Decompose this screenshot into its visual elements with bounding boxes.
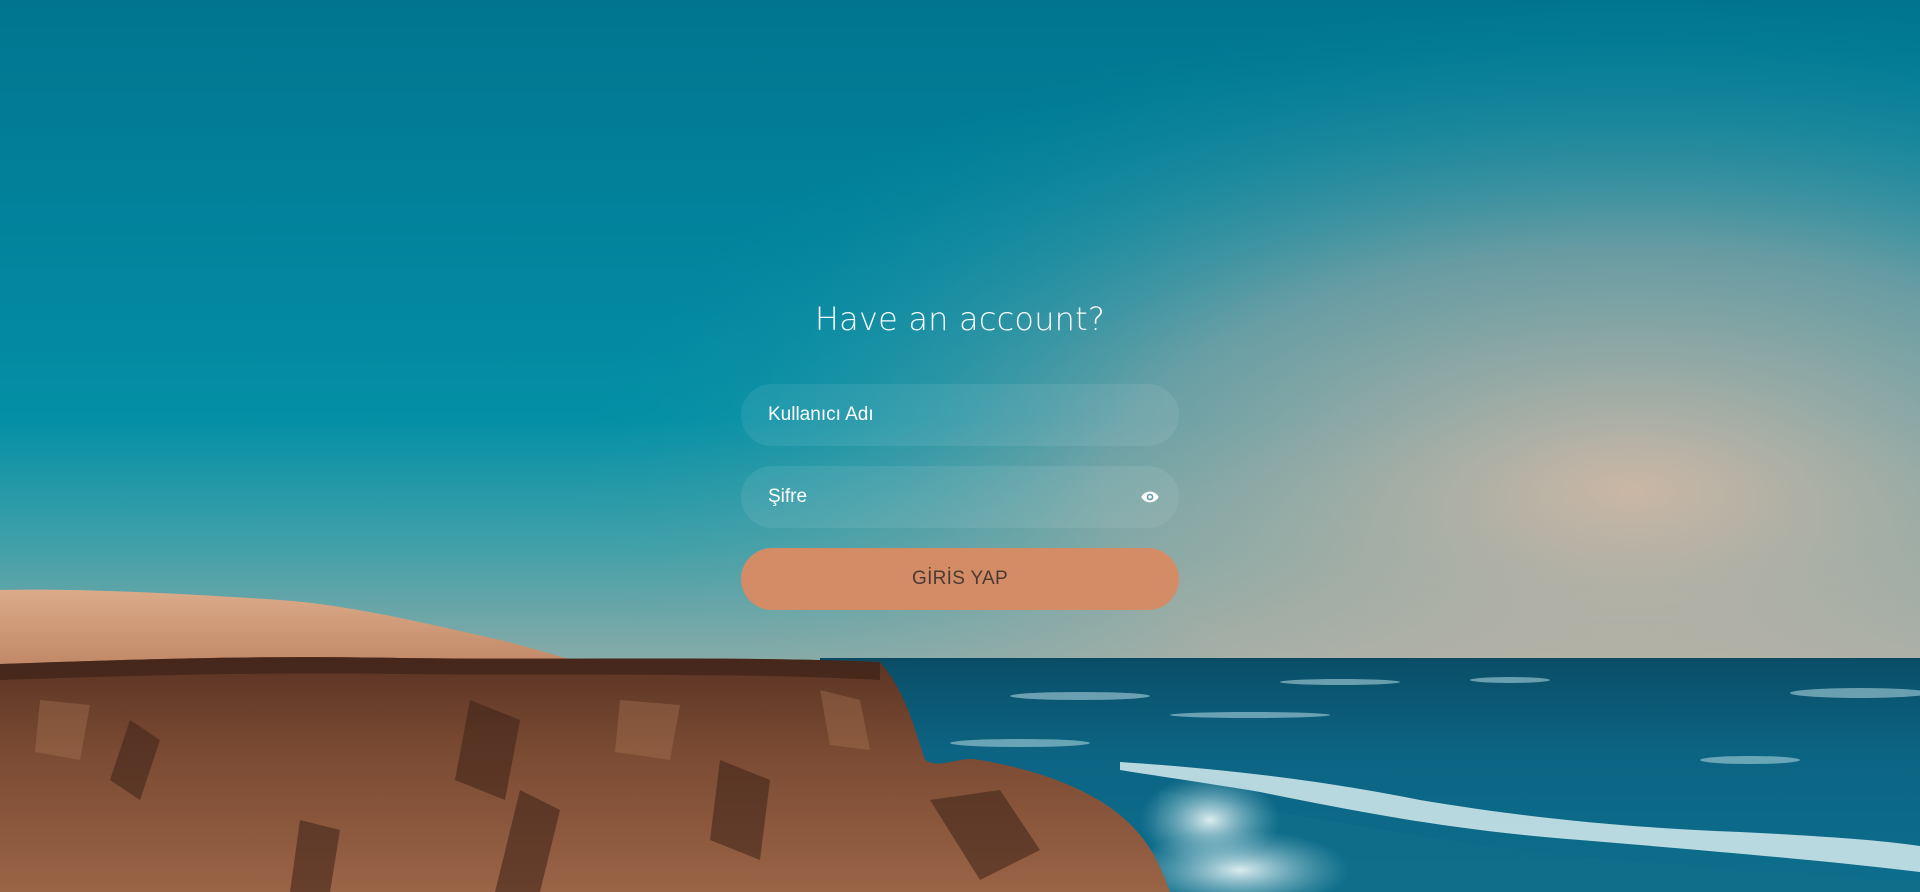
login-title: Have an account? — [814, 300, 1106, 338]
username-input[interactable] — [741, 384, 1179, 446]
login-screen: Have an account? GİRİS YAP — [0, 0, 1920, 892]
username-field — [741, 384, 1179, 446]
login-button[interactable]: GİRİS YAP — [741, 548, 1179, 610]
eye-icon[interactable] — [1139, 486, 1161, 508]
login-form: Have an account? GİRİS YAP — [741, 290, 1179, 610]
password-input[interactable] — [741, 466, 1179, 528]
password-field — [741, 466, 1179, 528]
